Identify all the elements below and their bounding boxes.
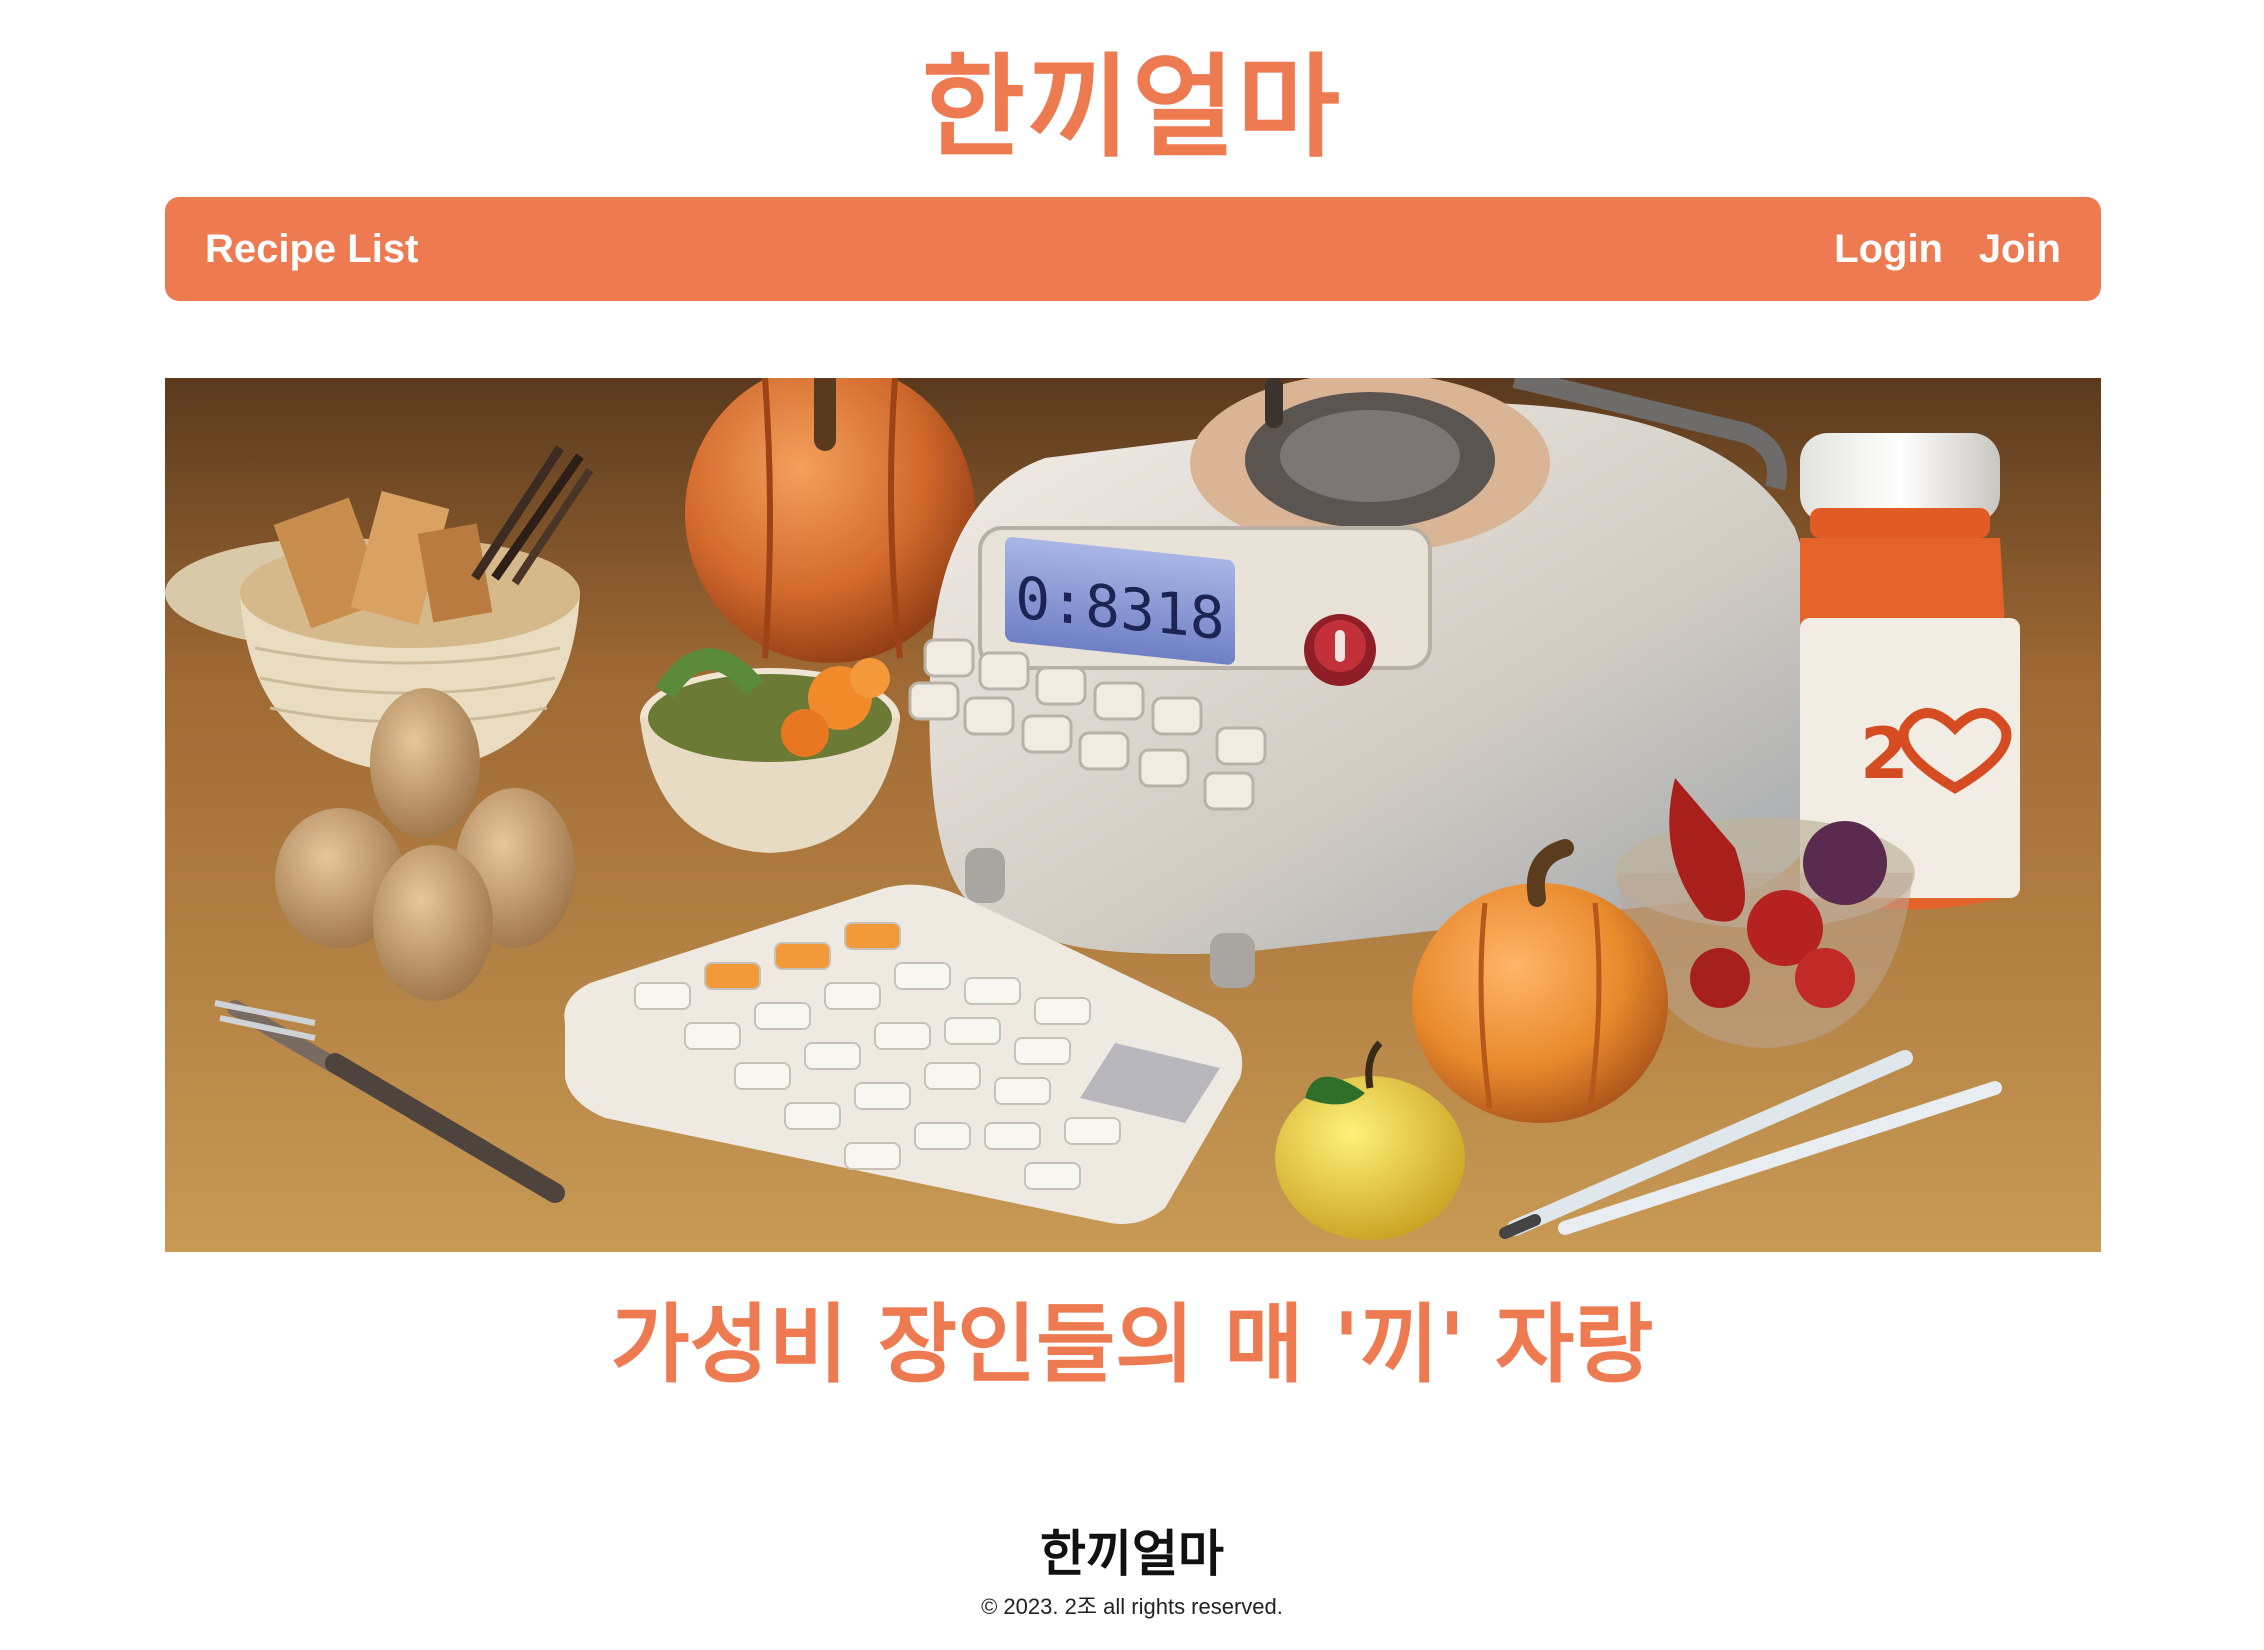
hero-image: 0:8318 2 — [165, 378, 2101, 1252]
nav-recipe-list-link[interactable]: Recipe List — [205, 197, 418, 301]
footer-copyright: © 2023. 2조 all rights reserved. — [981, 1594, 1283, 1619]
nav-login-link[interactable]: Login — [1834, 197, 1943, 301]
site-title[interactable]: 한끼얼마 — [0, 38, 2264, 178]
tagline: 가성비 장인들의 매 '끼' 자랑 — [610, 1295, 1654, 1395]
nav-join-link[interactable]: Join — [1979, 197, 2061, 301]
navbar: Recipe List Login Join — [165, 197, 2101, 301]
footer-title: 한끼얼마 — [1040, 1525, 1224, 1583]
